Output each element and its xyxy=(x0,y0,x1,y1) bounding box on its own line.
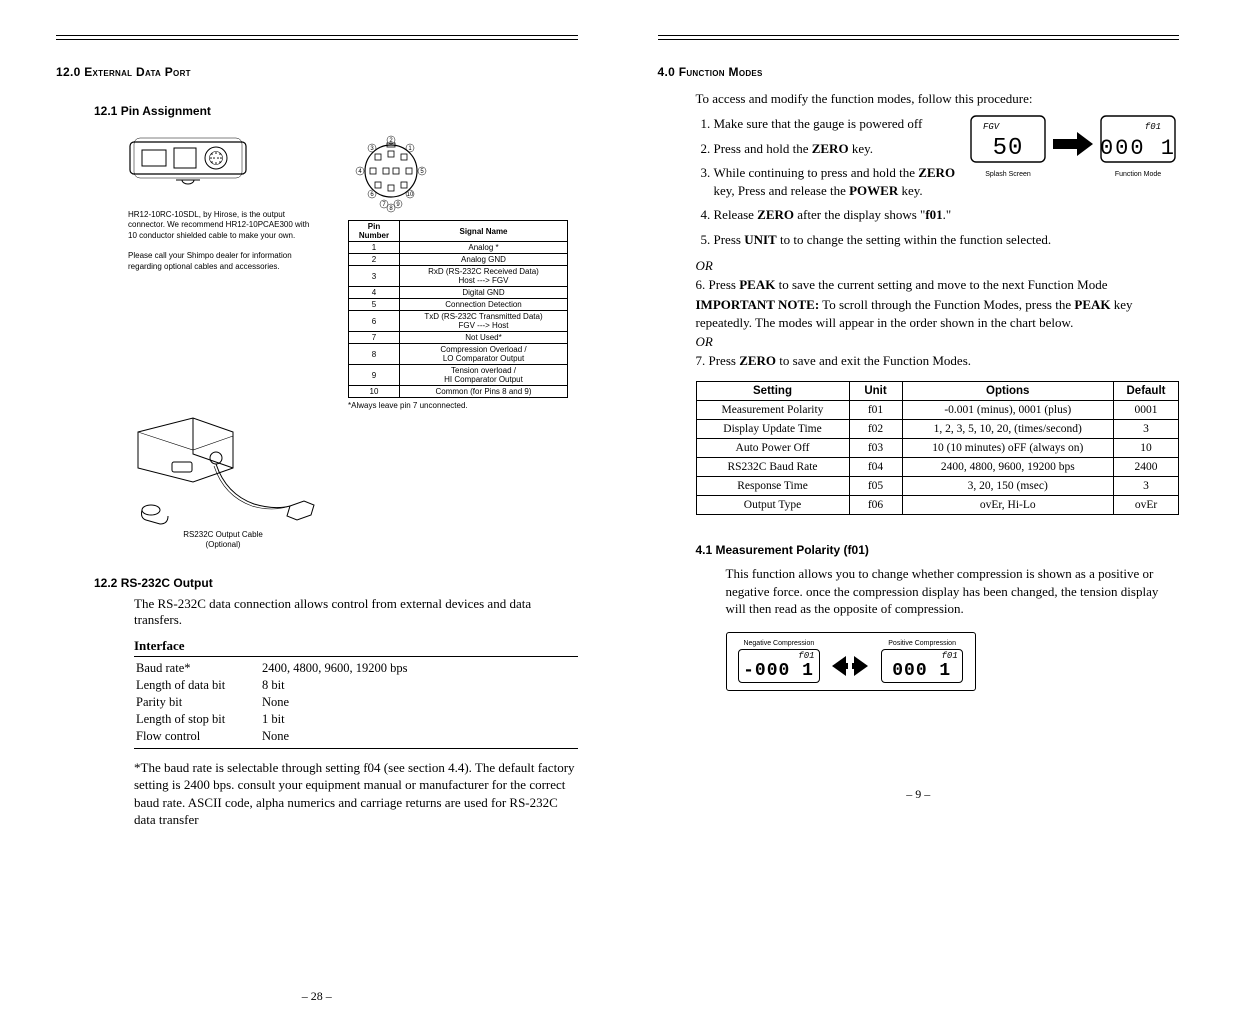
page-number-right: – 9 – xyxy=(658,787,1180,802)
connector-note-2: Please call your Shimpo dealer for infor… xyxy=(128,251,292,270)
heading-12-2: 12.2 RS-232C Output xyxy=(94,576,578,590)
svg-text:1: 1 xyxy=(408,146,412,152)
cable-drawing-icon xyxy=(128,414,318,534)
svg-text:000 1: 000 1 xyxy=(1100,136,1176,161)
heading-12: 12.0 External Data Port xyxy=(56,65,578,79)
svg-text:10: 10 xyxy=(407,192,414,198)
left-page: 12.0 External Data Port 12.1 Pin Assignm… xyxy=(56,35,578,1004)
heading-4: 4.0 Function Modes xyxy=(658,65,1180,79)
pinout-circle-icon: 3 2 1 4 5 6 10 7 9 8 xyxy=(348,128,434,214)
important-note: IMPORTANT NOTE: To scroll through the Fu… xyxy=(696,296,1180,331)
pin-footnote: *Always leave pin 7 unconnected. xyxy=(348,401,568,410)
or-2: OR xyxy=(696,334,1180,350)
svg-text:4: 4 xyxy=(358,169,362,175)
rs-intro: The RS-232C data connection allows contr… xyxy=(134,596,578,628)
polarity-diagram: Negative Compression Positive Compressio… xyxy=(726,632,976,691)
step-7: 7. Press ZERO to save and exit the Funct… xyxy=(696,353,1180,369)
cable-caption-2: (Optional) xyxy=(205,540,240,549)
function-mode-table: Setting Unit Options Default Measurement… xyxy=(696,381,1180,515)
interface-title: Interface xyxy=(134,638,578,654)
svg-text:FGV: FGV xyxy=(983,122,1001,132)
svg-text:50: 50 xyxy=(993,135,1024,162)
baud-note: *The baud rate is selectable through set… xyxy=(134,759,578,829)
right-page: 4.0 Function Modes To access and modify … xyxy=(658,35,1180,1004)
lcd-diagram: FGV 50 Splash Screen f01 000 1 Function … xyxy=(969,114,1179,186)
svg-text:6: 6 xyxy=(370,192,374,198)
top-rule-right xyxy=(658,35,1180,40)
sub41-body: This function allows you to change wheth… xyxy=(726,565,1180,618)
intro-text: To access and modify the function modes,… xyxy=(696,91,1180,107)
heading-12-1: 12.1 Pin Assignment xyxy=(94,104,578,118)
svg-text:Function Mode: Function Mode xyxy=(1115,171,1161,178)
connector-note-1: HR12-10RC-10SDL, by Hirose, is the outpu… xyxy=(128,210,309,240)
step-6: 6. Press PEAK to save the current settin… xyxy=(696,277,1180,293)
heading-4-1: 4.1 Measurement Polarity (f01) xyxy=(696,543,1180,557)
pin-table: Pin NumberSignal Name 1Analog *2Analog G… xyxy=(348,220,568,398)
interface-table: Baud rate*2400, 4800, 9600, 19200 bpsLen… xyxy=(134,659,424,746)
svg-text:9: 9 xyxy=(396,202,400,208)
svg-text:7: 7 xyxy=(382,202,386,208)
svg-text:5: 5 xyxy=(420,169,424,175)
top-rule xyxy=(56,35,578,40)
svg-text:8: 8 xyxy=(389,206,393,212)
or-1: OR xyxy=(696,258,1180,274)
svg-text:f01: f01 xyxy=(1145,122,1161,132)
svg-text:Splash Screen: Splash Screen xyxy=(985,171,1031,178)
cable-caption-1: RS232C Output Cable xyxy=(183,530,263,539)
page-number-left: – 28 – xyxy=(56,989,578,1004)
connector-outline-icon xyxy=(128,128,248,190)
